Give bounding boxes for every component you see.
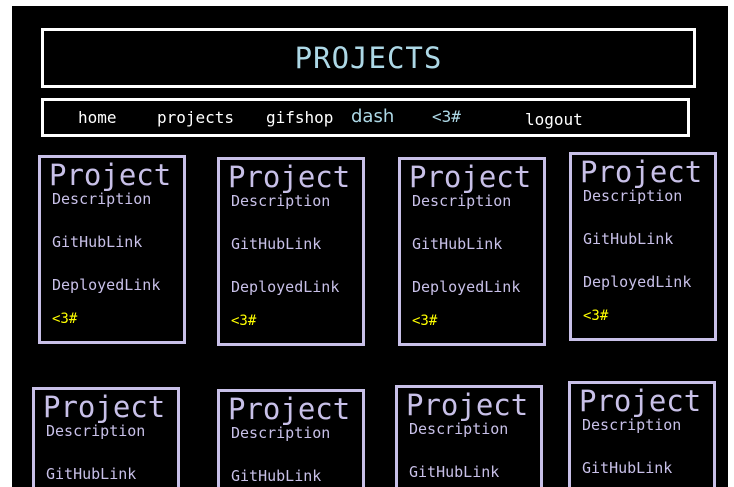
like-link[interactable]: <3# bbox=[583, 308, 608, 324]
project-description: Description bbox=[582, 416, 682, 434]
project-description: Description bbox=[412, 192, 512, 210]
title-frame: PROJECTS bbox=[41, 28, 696, 88]
project-card: Project Description GitHubLink bbox=[395, 385, 543, 487]
page-canvas: PROJECTS home projects gifshop dash <3# … bbox=[12, 6, 728, 487]
deployed-link[interactable]: DeployedLink bbox=[231, 278, 339, 296]
project-card: Project Description GitHubLink bbox=[217, 389, 365, 487]
nav-link-home[interactable]: home bbox=[78, 108, 117, 127]
github-link[interactable]: GitHubLink bbox=[46, 465, 136, 483]
project-title: Project bbox=[228, 392, 351, 426]
project-description: Description bbox=[46, 422, 146, 440]
github-link[interactable]: GitHubLink bbox=[52, 233, 142, 251]
project-description: Description bbox=[583, 187, 683, 205]
project-description: Description bbox=[231, 192, 331, 210]
github-link[interactable]: GitHubLink bbox=[231, 235, 321, 253]
project-title: Project bbox=[580, 155, 703, 189]
project-card: Project Description GitHubLink bbox=[568, 381, 716, 487]
nav-link-gifshop[interactable]: gifshop bbox=[266, 108, 333, 127]
project-title: Project bbox=[49, 158, 172, 192]
project-description: Description bbox=[409, 420, 509, 438]
project-title: Project bbox=[43, 390, 166, 424]
project-card: Project Description GitHubLink bbox=[32, 387, 180, 487]
nav-link-logout[interactable]: logout bbox=[525, 110, 583, 129]
nav-bar: home projects gifshop dash <3# logout bbox=[41, 98, 690, 137]
deployed-link[interactable]: DeployedLink bbox=[52, 276, 160, 294]
nav-link-projects[interactable]: projects bbox=[157, 108, 234, 127]
deployed-link[interactable]: DeployedLink bbox=[583, 273, 691, 291]
nav-link-dash[interactable]: dash bbox=[351, 106, 394, 127]
github-link[interactable]: GitHubLink bbox=[583, 230, 673, 248]
like-link[interactable]: <3# bbox=[52, 311, 77, 327]
project-card: Project Description GitHubLink DeployedL… bbox=[217, 157, 365, 346]
like-link[interactable]: <3# bbox=[412, 313, 437, 329]
project-title: Project bbox=[579, 384, 702, 418]
like-link[interactable]: <3# bbox=[231, 313, 256, 329]
github-link[interactable]: GitHubLink bbox=[412, 235, 502, 253]
github-link[interactable]: GitHubLink bbox=[231, 467, 321, 485]
project-card: Project Description GitHubLink DeployedL… bbox=[569, 152, 717, 341]
project-description: Description bbox=[52, 190, 152, 208]
github-link[interactable]: GitHubLink bbox=[409, 463, 499, 481]
project-card: Project Description GitHubLink DeployedL… bbox=[38, 155, 186, 344]
github-link[interactable]: GitHubLink bbox=[582, 459, 672, 477]
project-description: Description bbox=[231, 424, 331, 442]
project-card: Project Description GitHubLink DeployedL… bbox=[398, 157, 546, 346]
project-title: Project bbox=[409, 160, 532, 194]
nav-link-heart[interactable]: <3# bbox=[432, 107, 461, 126]
page-title: PROJECTS bbox=[294, 41, 443, 75]
deployed-link[interactable]: DeployedLink bbox=[412, 278, 520, 296]
project-title: Project bbox=[228, 160, 351, 194]
project-title: Project bbox=[406, 388, 529, 422]
